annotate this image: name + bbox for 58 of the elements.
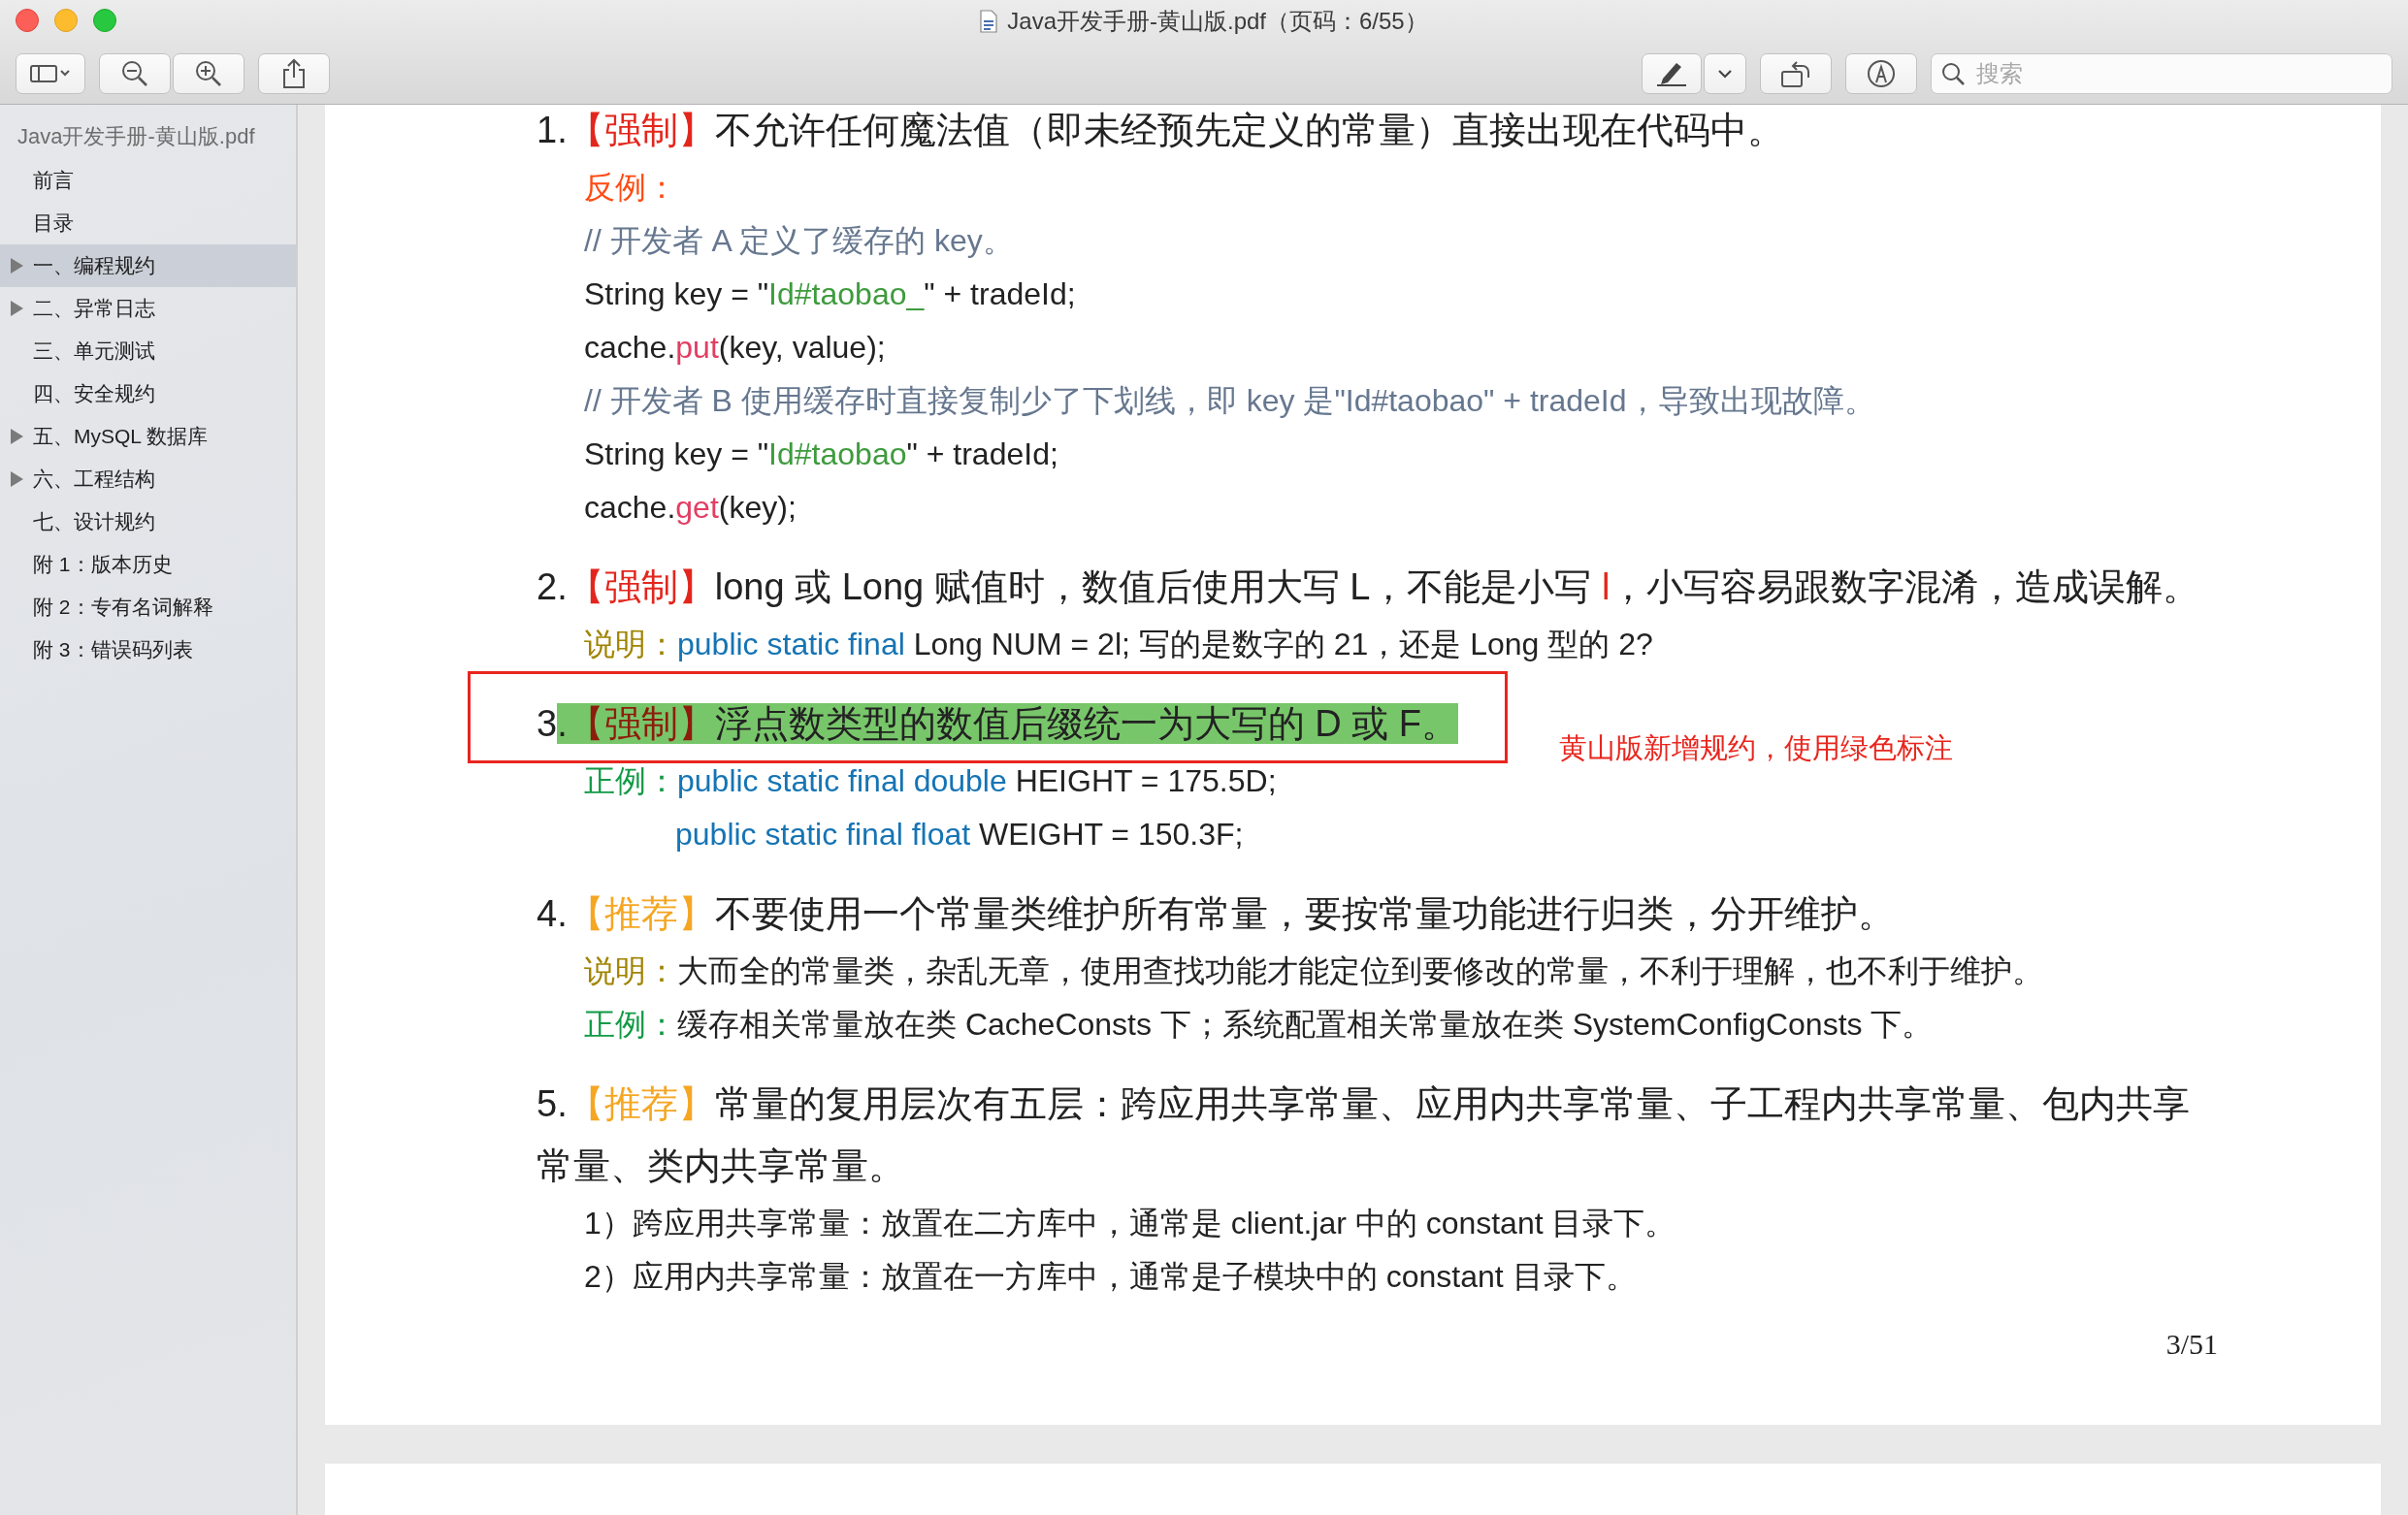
outline-item[interactable]: 五、MySQL 数据库 [0, 415, 296, 458]
share-icon [281, 57, 307, 89]
outline-item[interactable]: 二、异常日志 [0, 287, 296, 330]
outline-item[interactable]: 附 2：专有名词解释 [0, 586, 296, 629]
doc-line: 1）跨应用共享常量：放置在二方库中，通常是 client.jar 中的 constant 目录下。 [583, 1205, 1676, 1242]
disclosure-triangle-icon[interactable] [9, 257, 24, 274]
annotation-note: 黄山版新增规约，使用绿色标注 [1559, 731, 1953, 765]
doc-line: cache.put(key, value); [583, 329, 886, 367]
disclosure-triangle-icon[interactable] [9, 470, 24, 488]
doc-line: 说明：大而全的常量类，杂乱无章，使用查找功能才能定位到要修改的常量，不利于理解，也不利于维护。 [583, 952, 2043, 990]
highlight-options-button[interactable] [1704, 52, 1746, 94]
markup-button[interactable] [1845, 52, 1917, 94]
window-title: Java开发手册-黄山版.pdf（页码：6/55） [1007, 7, 1428, 36]
rule-heading: 4.【推荐】不要使用一个常量类维护所有常量，要按常量功能进行归类，分开维护。 [537, 892, 1895, 936]
rule-heading: 5.【推荐】常量的复用层次有五层：跨应用共享常量、应用内共享常量、子工程内共享常量、包内共享常量、类内共享常量。 [537, 1082, 2191, 1188]
sidebar-toggle-button[interactable] [16, 52, 85, 94]
outline-item[interactable]: 四、安全规约 [0, 372, 296, 415]
minimize-button[interactable] [54, 9, 78, 32]
caret-icon [1716, 67, 1734, 80]
outline-item[interactable]: 一、编程规约 [0, 244, 296, 287]
doc-line: // 开发者 B 使用缓存时直接复制少了下划线，即 key 是"Id#taobao" + tradeId，导致出现故障。 [583, 382, 1875, 420]
search-field[interactable]: 搜索 [1931, 52, 2392, 94]
sidebar-title[interactable]: Java开发手册-黄山版.pdf [0, 122, 296, 151]
share-button[interactable] [258, 52, 330, 94]
markup-icon [1866, 57, 1897, 89]
doc-line: 正例：public static final double HEIGHT = 175.5D; [583, 762, 1277, 800]
rotate-button[interactable] [1760, 52, 1832, 94]
outline-item[interactable]: 三、单元测试 [0, 330, 296, 372]
sidebar-icon [29, 62, 72, 84]
close-button[interactable] [16, 9, 39, 32]
zoom-in-icon [194, 58, 223, 88]
doc-line: 2）应用内共享常量：放置在一方库中，通常是子模块中的 constant 目录下。 [583, 1258, 1637, 1296]
zoom-in-button[interactable] [173, 52, 244, 94]
outline-item[interactable]: 附 1：版本历史 [0, 543, 296, 586]
zoom-out-button[interactable] [99, 52, 171, 94]
highlight-button[interactable] [1642, 52, 1702, 94]
zoom-button[interactable] [93, 9, 116, 32]
disclosure-triangle-icon[interactable] [9, 300, 24, 317]
page-number: 3/51 [2164, 1328, 2218, 1361]
doc-line: 反例： [583, 169, 677, 207]
outline-item[interactable]: 七、设计规约 [0, 500, 296, 543]
doc-line: public static final float WEIGHT = 150.3F; [674, 816, 1244, 854]
doc-line: 说明：public static final Long NUM = 2l; 写的是数字的 21，还是 Long 型的 2? [583, 626, 1653, 663]
doc-line: // 开发者 A 定义了缓存的 key。 [583, 222, 1014, 260]
doc-line: String key = "Id#taobao_" + tradeId; [583, 275, 1076, 313]
outline-item[interactable]: 附 3：错误码列表 [0, 629, 296, 671]
rule-heading: 3.【强制】浮点数类型的数值后缀统一为大写的 D 或 F。 [537, 702, 1459, 746]
outline-item[interactable]: 目录 [0, 202, 296, 244]
document-icon [980, 10, 998, 33]
rule-heading: 2.【强制】long 或 Long 赋值时，数值后使用大写 L，不能是小写 l，小写容易跟数字混淆，造成误解。 [537, 565, 2200, 609]
doc-line: String key = "Id#taobao" + tradeId; [583, 435, 1058, 473]
disclosure-triangle-icon[interactable] [9, 428, 24, 445]
outline-item[interactable]: 前言 [0, 159, 296, 202]
rule-heading: 1.【强制】不允许任何魔法值（即未经预先定义的常量）直接出现在代码中。 [537, 109, 1784, 152]
doc-line: 正例：缓存相关常量放在类 CacheConsts 下；系统配置相关常量放在类 SystemConfigConsts 下。 [583, 1006, 1934, 1044]
zoom-out-icon [120, 58, 149, 88]
outline-item[interactable]: 六、工程结构 [0, 458, 296, 500]
doc-line: cache.get(key); [583, 489, 797, 527]
